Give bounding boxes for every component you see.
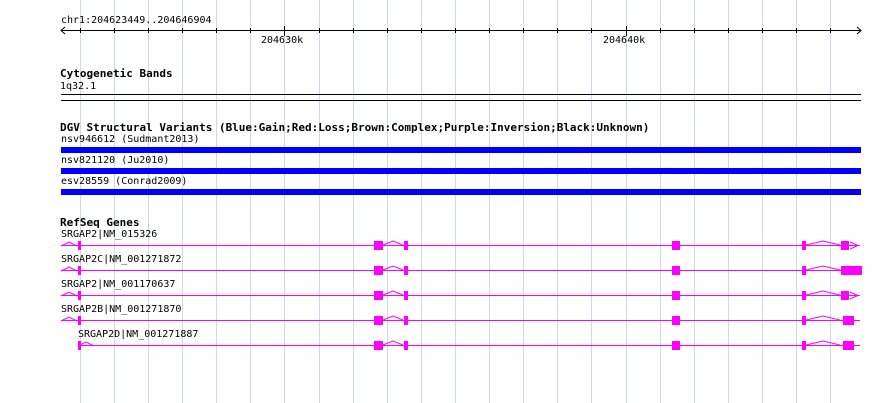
gene-intron-connector [805, 340, 841, 346]
gene-exon [374, 291, 383, 300]
refseq-track-title: RefSeq Genes [60, 216, 140, 229]
gene-intron-connector [382, 290, 404, 296]
gene-exon [672, 291, 680, 300]
gene-exon [374, 341, 383, 350]
region-label: chr1:204623449..204646904 [61, 15, 212, 26]
gene-exon [802, 241, 806, 250]
gene-exon [404, 266, 408, 275]
gene-exon [404, 316, 408, 325]
gene-exon [672, 241, 680, 250]
gene-exon [78, 341, 81, 350]
gene-exon [672, 266, 680, 275]
ruler-tick-label-204630k: 204630k [261, 35, 304, 46]
dgv-track-title: DGV Structural Variants (Blue:Gain;Red:L… [60, 121, 650, 134]
cytoband-track-title: Cytogenetic Bands [60, 67, 173, 80]
gene-exon [78, 316, 81, 325]
dgv-feature-label[interactable]: nsv946612 (Sudmant2013) [61, 135, 199, 145]
dgv-variant-bar [61, 189, 861, 195]
background-grid [60, 0, 862, 403]
gene-exon [78, 291, 81, 300]
gene-exon [374, 241, 383, 250]
gene-label[interactable]: SRGAP2C|NM_001271872 [61, 255, 181, 265]
gene-intron-connector [805, 240, 841, 246]
gene-intron-connector [805, 265, 841, 271]
gene-intron-connector [382, 265, 404, 271]
gene-exon [672, 316, 680, 325]
gene-intron-connector [805, 315, 841, 321]
gene-exon [802, 341, 806, 350]
gene-exon [78, 266, 81, 275]
gene-intron-connector [805, 290, 841, 296]
gene-label[interactable]: SRGAP2D|NM_001271887 [78, 330, 198, 340]
gene-exon [672, 341, 680, 350]
gene-exon [841, 241, 849, 250]
ruler-tick-label-204640k: 204640k [603, 35, 646, 46]
dgv-variant-bar [61, 168, 861, 174]
dgv-feature-label[interactable]: nsv821120 (Ju2010) [61, 156, 169, 166]
gene-exon [404, 241, 408, 250]
gene-intron-connector [382, 240, 404, 246]
gene-label[interactable]: SRGAP2B|NM_001271870 [61, 305, 181, 315]
gene-exon [374, 316, 383, 325]
gene-intron-connector [382, 340, 404, 346]
dgv-variant-bar [61, 147, 861, 153]
gene-label[interactable]: SRGAP2|NM_015326 [61, 230, 157, 240]
gene-exon [404, 341, 408, 350]
gene-exon [841, 291, 849, 300]
gene-exon [802, 291, 806, 300]
gene-exon [802, 266, 806, 275]
gene-exon [404, 291, 408, 300]
gene-exon [843, 316, 854, 325]
gene-exon [802, 316, 806, 325]
gene-exon [843, 341, 854, 350]
gene-label[interactable]: SRGAP2|NM_001170637 [61, 280, 175, 290]
gene-exon [841, 266, 862, 275]
gene-intron-connector [382, 315, 404, 321]
dgv-feature-label[interactable]: esv28559 (Conrad2009) [61, 177, 187, 187]
gene-exon [78, 241, 81, 250]
cytoband-label: 1q32.1 [60, 81, 97, 92]
gene-exon [374, 266, 383, 275]
